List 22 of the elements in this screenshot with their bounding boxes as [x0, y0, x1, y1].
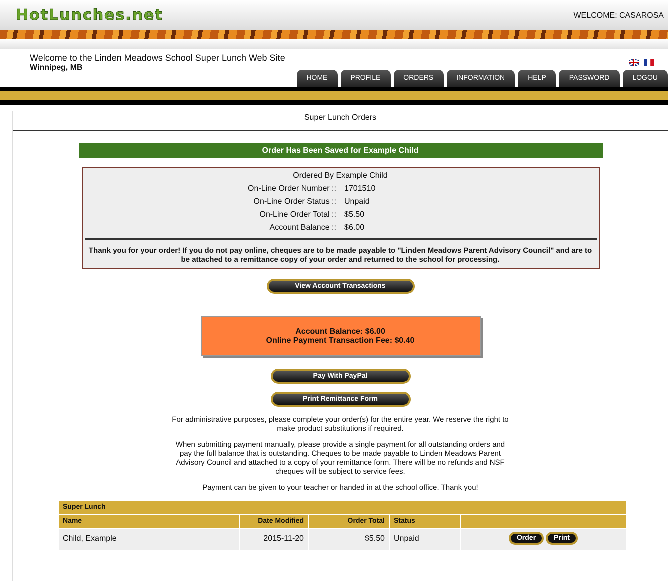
summary-label: On-Line Order Number ::	[247, 184, 336, 193]
balance-text: Online Payment Transaction Fee: $0.40	[266, 336, 415, 345]
summary-value: $6.00	[344, 223, 366, 232]
france-flag-icon[interactable]	[644, 59, 654, 66]
location-text: Winnipeg, MB	[30, 63, 84, 72]
welcome-text: WELCOME: CASAROSA	[574, 10, 664, 20]
success-banner: Order Has Been Saved for Example Child	[78, 143, 602, 158]
table-cell: Unpaid	[390, 529, 460, 550]
table-cell: 2015-11-20	[240, 529, 308, 550]
summary-value: $5.50	[344, 210, 366, 219]
uk-flag-icon[interactable]	[629, 59, 639, 66]
summary-value: 1701510	[344, 184, 377, 193]
table-cell: Child, Example	[59, 529, 239, 550]
summary-label: On-Line Order Status ::	[252, 197, 336, 206]
page-title: Super Lunch Orders	[13, 111, 668, 131]
summary-label: Account Balance ::	[268, 223, 336, 232]
summary-label: On-Line Order Total ::	[258, 210, 336, 219]
balance-text: Account Balance: $6.00	[296, 327, 386, 336]
summary-value: Unpaid	[344, 197, 371, 206]
ordered-by-text: Ordered By Example Child	[293, 171, 388, 180]
table-cell: $5.50	[309, 529, 389, 550]
site-title: Welcome to the Linden Meadows School Super Lunch Web Site	[30, 53, 286, 63]
